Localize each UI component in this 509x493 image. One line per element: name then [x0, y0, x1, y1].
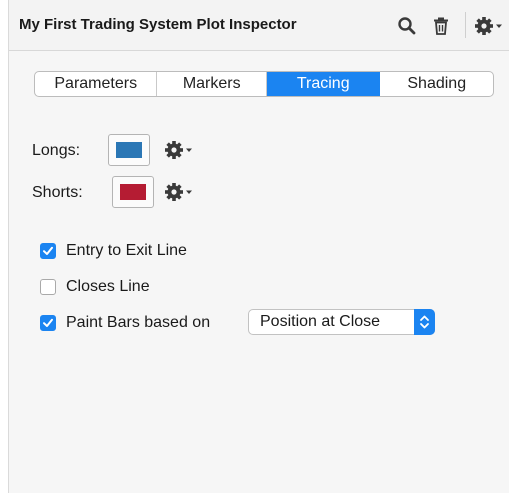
paint-bars-mode-value: Position at Close — [260, 313, 381, 330]
paint-bars-checkbox[interactable] — [40, 315, 56, 331]
closes-line-label: Closes Line — [66, 278, 150, 295]
tab-label: Parameters — [54, 75, 138, 92]
shorts-color-swatch — [120, 184, 146, 200]
tab-label: Shading — [407, 75, 467, 92]
inspector-title: My First Trading System Plot Inspector — [19, 16, 297, 33]
gear-dropdown-icon[interactable] — [475, 16, 505, 36]
longs-label: Longs: — [32, 142, 81, 159]
longs-color-swatch — [116, 142, 142, 158]
search-icon[interactable] — [397, 16, 417, 36]
shorts-color-well[interactable] — [112, 176, 154, 208]
entry-to-exit-line-label: Entry to Exit Line — [66, 242, 187, 259]
tab-label: Markers — [182, 75, 241, 92]
tab-parameters[interactable]: Parameters — [35, 72, 158, 96]
inspector-header: My First Trading System Plot Inspector — [9, 0, 509, 51]
trash-icon[interactable] — [431, 16, 451, 36]
select-arrows-icon — [414, 309, 435, 335]
inspector-tabs: Parameters Markers Tracing Shading — [34, 71, 494, 97]
longs-color-well[interactable] — [108, 134, 150, 166]
closes-line-checkbox[interactable] — [40, 279, 56, 295]
tab-shading[interactable]: Shading — [380, 72, 493, 96]
longs-gear-dropdown-icon[interactable] — [165, 140, 201, 160]
tab-markers[interactable]: Markers — [157, 72, 267, 96]
header-divider — [465, 12, 466, 38]
shorts-label: Shorts: — [32, 184, 83, 201]
entry-to-exit-line-checkbox[interactable] — [40, 243, 56, 259]
shorts-gear-dropdown-icon[interactable] — [165, 182, 201, 202]
tab-tracing[interactable]: Tracing — [266, 72, 381, 96]
paint-bars-label: Paint Bars based on — [66, 314, 211, 331]
paint-bars-mode-select[interactable]: Position at Close — [248, 309, 435, 335]
tab-label: Tracing — [296, 75, 350, 92]
plot-inspector-panel: My First Trading System Plot Inspector P… — [8, 0, 509, 493]
